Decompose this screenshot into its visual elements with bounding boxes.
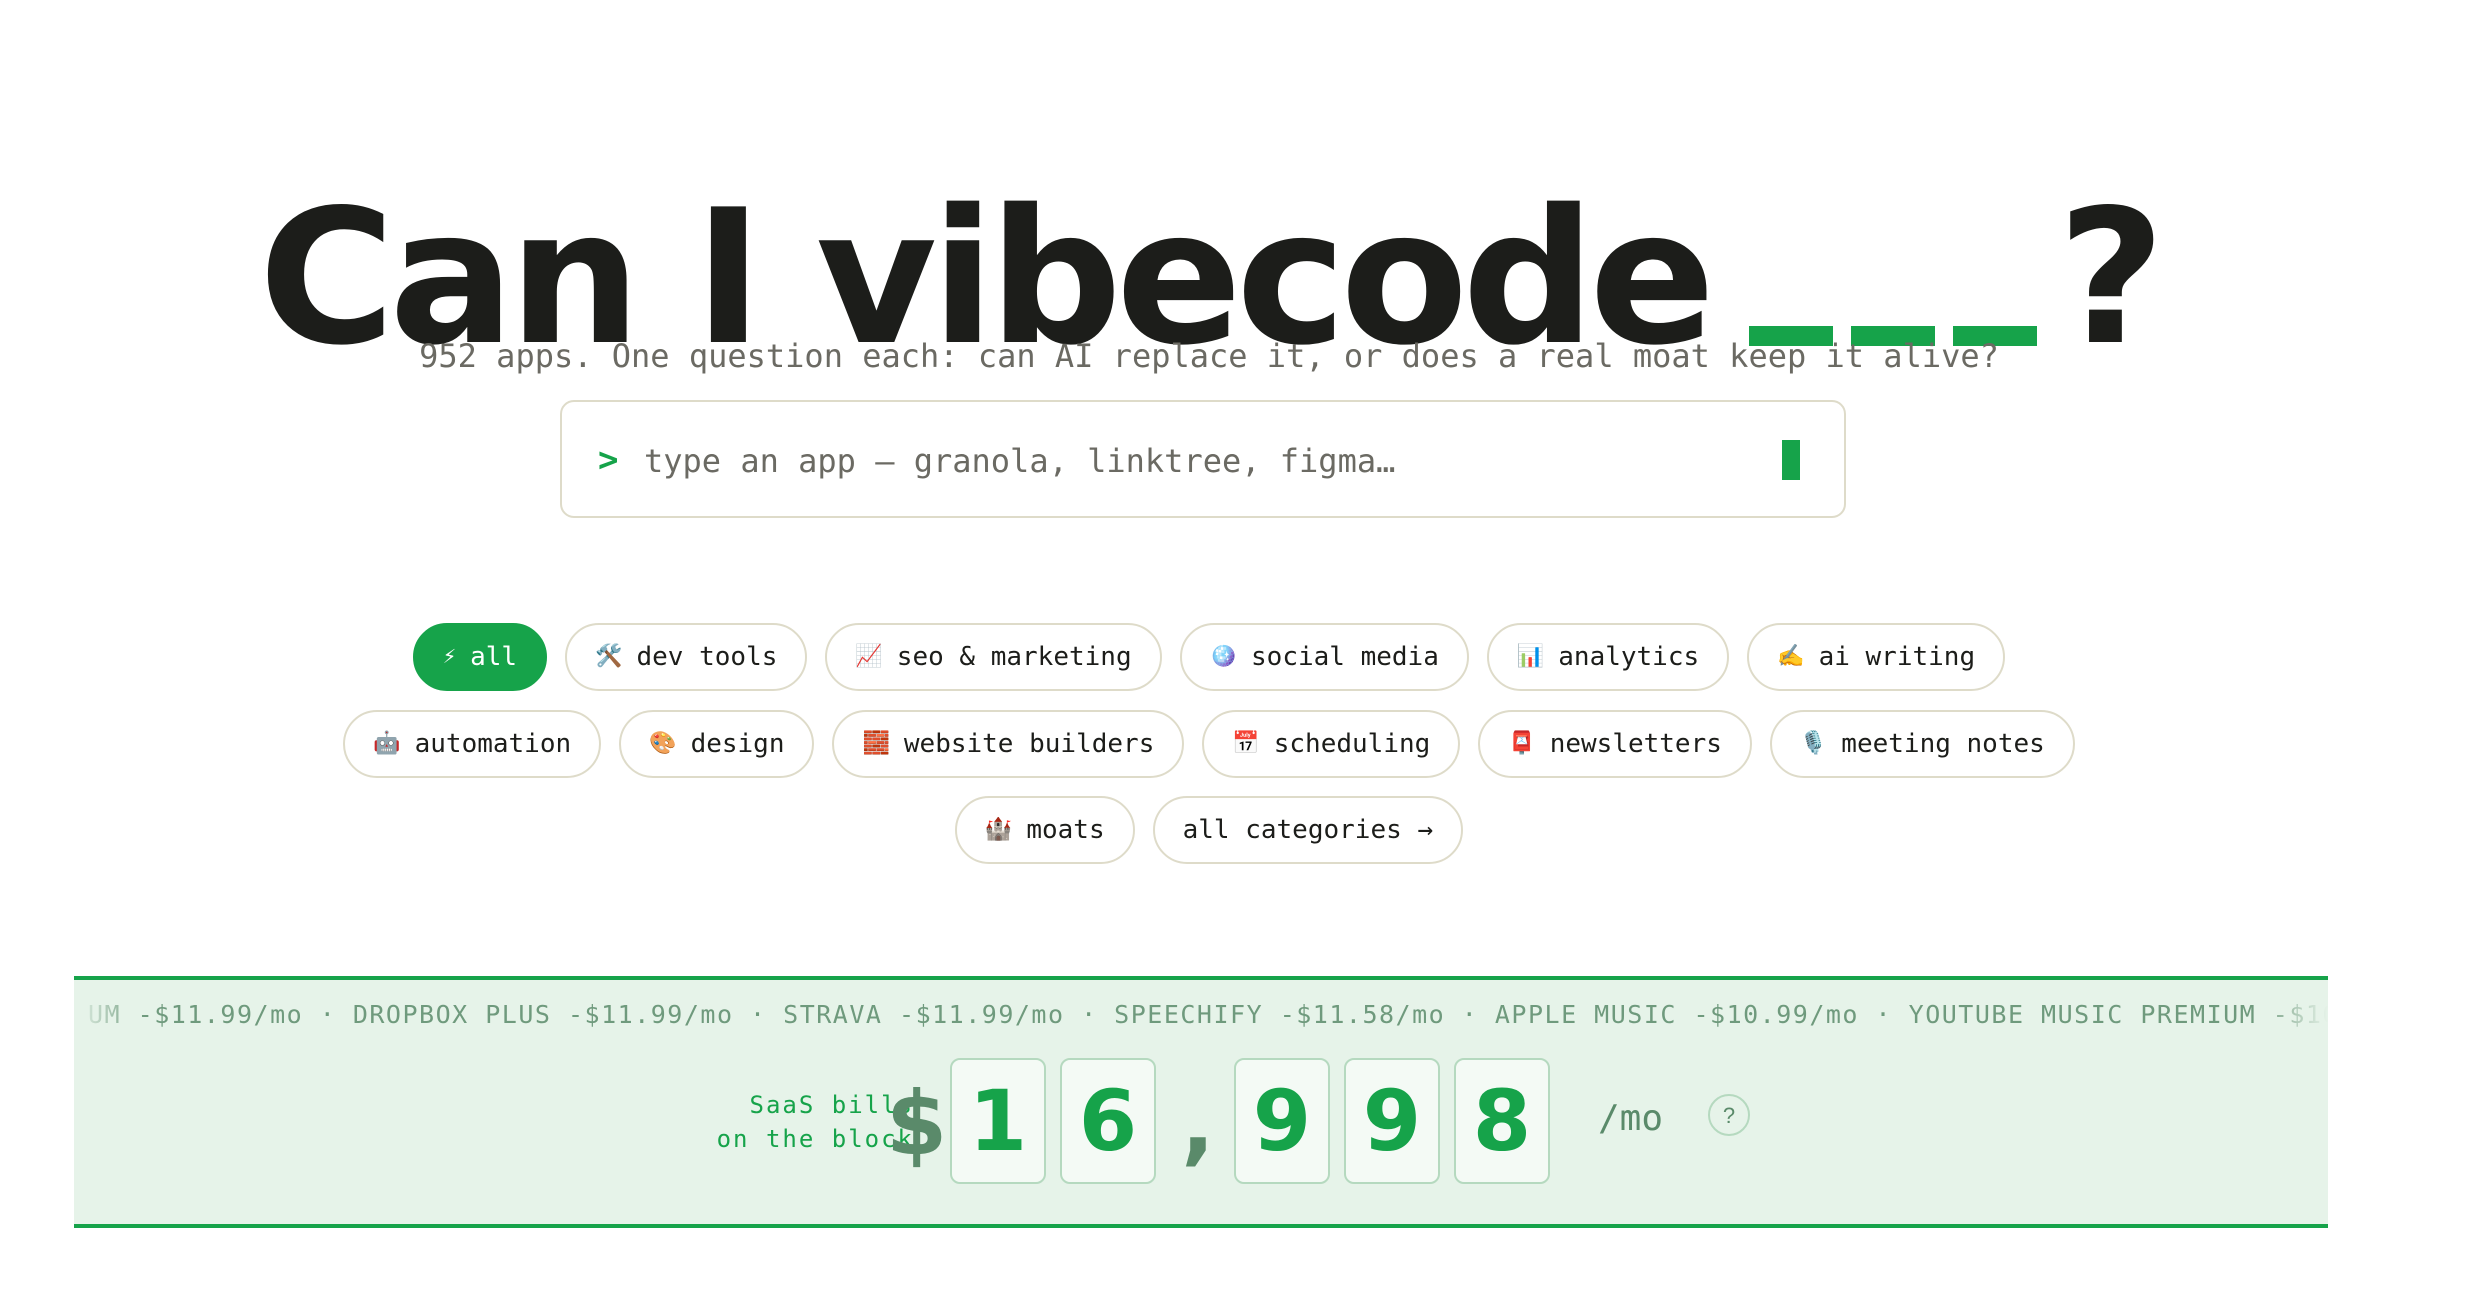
category-chips-row-1: ⚡ all 🛠️ dev tools 📈 seo & marketing 🪩 s… (0, 623, 2418, 691)
help-button[interactable]: ? (1708, 1094, 1750, 1136)
chip-label: all categories → (1182, 815, 1434, 845)
all-categories-link[interactable]: all categories → (1152, 796, 1464, 864)
counter-label-line-1: SaaS bills (749, 1091, 914, 1119)
category-chips-row-2: 🤖 automation 🎨 design 🧱 website builders… (0, 710, 2418, 778)
chip-label: meeting notes (1841, 729, 2045, 759)
postbox-icon: 📮 (1508, 731, 1536, 756)
chip-meeting-notes[interactable]: 🎙️ meeting notes (1769, 710, 2075, 778)
tools-icon: 🛠️ (595, 644, 623, 669)
chip-scheduling[interactable]: 📅 scheduling (1202, 710, 1461, 778)
chip-label: automation (414, 729, 572, 759)
chip-label: design (690, 729, 785, 759)
chip-label: dev tools (636, 642, 778, 672)
saas-savings-band: UM -$11.99/mo · DROPBOX PLUS -$11.99/mo … (74, 976, 2328, 1228)
chip-label: newsletters (1549, 729, 1722, 759)
chip-label: analytics (1558, 642, 1700, 672)
chip-social-media[interactable]: 🪩 social media (1179, 623, 1469, 691)
chip-label: ai writing (1818, 642, 1976, 672)
counter-digit: 1 (950, 1058, 1046, 1184)
castle-icon: 🏰 (984, 817, 1013, 842)
counter-digit: 6 (1060, 1058, 1156, 1184)
brick-icon: 🧱 (862, 731, 890, 756)
bar-chart-icon: 📊 (1516, 644, 1545, 669)
chip-label: scheduling (1273, 729, 1431, 759)
chart-increasing-icon: 📈 (855, 644, 883, 669)
robot-icon: 🤖 (373, 731, 401, 756)
counter-separator: , (1181, 1072, 1215, 1175)
subtitle: 952 apps. One question each: can AI repl… (419, 337, 1999, 375)
chip-moats[interactable]: 🏰 moats (954, 796, 1135, 864)
lightning-icon: ⚡ (442, 644, 457, 669)
chip-label: social media (1251, 642, 1439, 672)
chip-newsletters[interactable]: 📮 newsletters (1478, 710, 1752, 778)
prompt-caret-icon: > (598, 440, 619, 480)
counter-label-line-2: on the block (716, 1125, 914, 1153)
counter-unit: /mo (1598, 1098, 1664, 1139)
writing-hand-icon: ✍️ (1777, 644, 1805, 669)
search-input[interactable] (642, 432, 1646, 490)
chip-all[interactable]: ⚡ all (412, 623, 548, 691)
chip-label: website builders (903, 729, 1155, 759)
blank-placeholder (1749, 192, 2047, 346)
chip-website-builders[interactable]: 🧱 website builders (832, 710, 1185, 778)
counter-digit: 8 (1454, 1058, 1550, 1184)
chip-label: moats (1026, 815, 1105, 845)
category-chips-row-3: 🏰 moats all categories → (0, 796, 2418, 864)
chip-dev-tools[interactable]: 🛠️ dev tools (565, 623, 808, 691)
chip-automation[interactable]: 🤖 automation (343, 710, 602, 778)
search-box[interactable]: > (560, 400, 1846, 518)
cursor-block-icon (1782, 440, 1800, 480)
microphone-icon: 🎙️ (1799, 731, 1828, 756)
chip-analytics[interactable]: 📊 analytics (1486, 623, 1730, 691)
chip-design[interactable]: 🎨 design (619, 710, 815, 778)
palette-icon: 🎨 (649, 731, 677, 756)
chip-label: seo & marketing (896, 642, 1132, 672)
mirror-ball-icon: 🪩 (1209, 644, 1238, 669)
chip-seo-marketing[interactable]: 📈 seo & marketing (825, 623, 1162, 691)
counter-digit: 9 (1344, 1058, 1440, 1184)
chip-ai-writing[interactable]: ✍️ ai writing (1747, 623, 2006, 691)
currency-symbol: $ (886, 1072, 948, 1175)
counter-label: SaaS bills on the block (594, 1088, 914, 1156)
calendar-icon: 📅 (1232, 731, 1260, 756)
price-ticker: UM -$11.99/mo · DROPBOX PLUS -$11.99/mo … (88, 1000, 2328, 1029)
chip-label: all (470, 642, 518, 672)
counter-digit: 9 (1234, 1058, 1330, 1184)
